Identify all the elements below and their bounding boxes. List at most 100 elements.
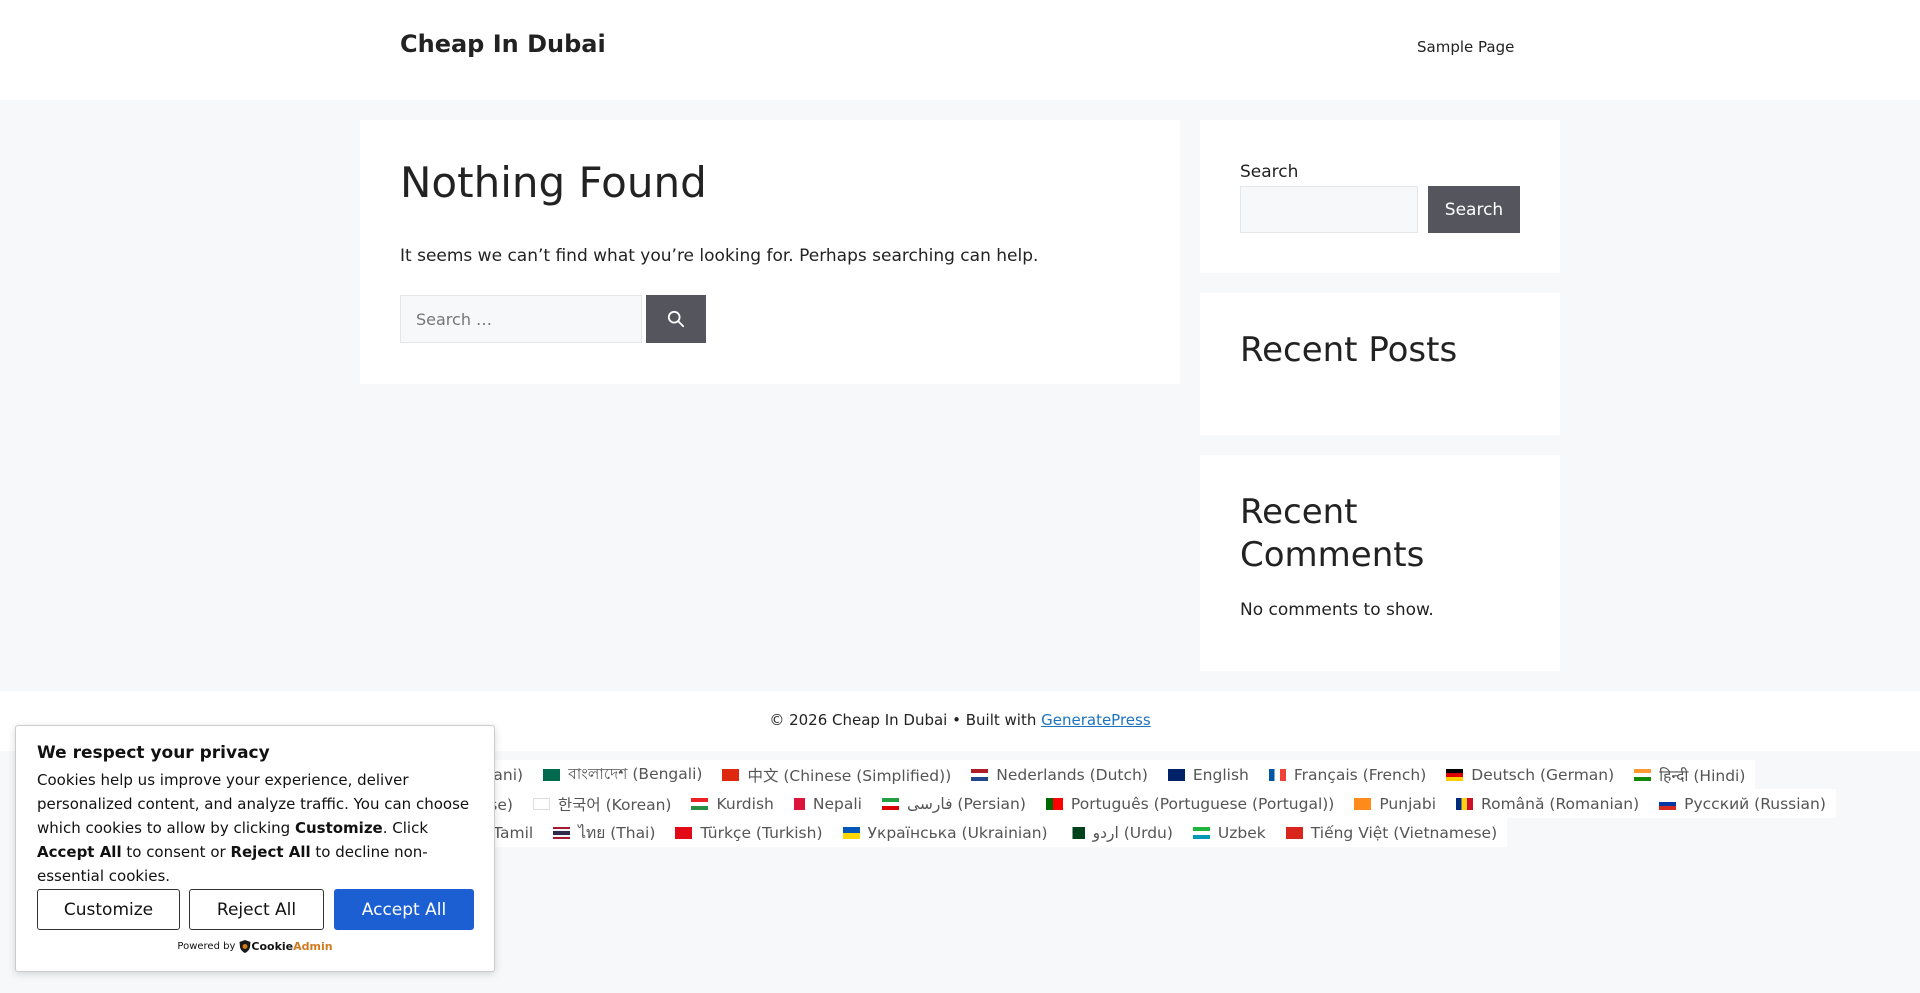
language-item[interactable]: فارسی (Persian)	[871, 789, 1036, 818]
main-content: Nothing Found It seems we can’t find wha…	[360, 120, 1180, 384]
turkey-flag-icon	[675, 826, 693, 839]
language-label: Uzbek	[1217, 823, 1266, 842]
main-search-button[interactable]	[646, 295, 706, 343]
language-item[interactable]: Română (Romanian)	[1446, 789, 1650, 818]
language-label: Kurdish	[716, 794, 774, 813]
generatepress-link[interactable]: GeneratePress	[1041, 711, 1151, 729]
language-item[interactable]: Türkçe (Turkish)	[665, 818, 833, 847]
punjab-flag-icon	[1354, 797, 1372, 810]
russia-flag-icon	[1659, 797, 1677, 810]
copyright-text: © 2026 Cheap In Dubai • Built with	[769, 711, 1037, 729]
language-item[interactable]: اردو (Urdu)	[1057, 818, 1183, 847]
china-flag-icon	[722, 768, 740, 781]
main-search-input[interactable]	[400, 295, 642, 343]
brand-text-2: Admin	[293, 940, 333, 953]
language-label: Français (French)	[1293, 765, 1427, 784]
language-label: Türkçe (Turkish)	[700, 823, 823, 842]
cookie-text-bold: Accept All	[37, 843, 122, 861]
search-icon	[667, 310, 685, 328]
cookie-customize-button[interactable]: Customize	[37, 889, 180, 930]
language-item[interactable]: Punjabi	[1344, 789, 1447, 818]
cookie-text-bold: Reject All	[230, 843, 311, 861]
powered-by: Powered by Cookie Admin	[16, 940, 494, 953]
ukraine-flag-icon	[842, 826, 860, 839]
bangladesh-flag-icon	[543, 768, 561, 781]
language-label: Deutsch (German)	[1471, 765, 1615, 784]
language-item[interactable]: Українська (Ukrainian)	[832, 818, 1058, 847]
germany-flag-icon	[1446, 768, 1464, 781]
language-item[interactable]: Deutsch (German)	[1436, 760, 1625, 789]
brand-text-1: Cookie	[251, 940, 294, 953]
recent-posts-widget: Recent Posts	[1200, 293, 1560, 435]
cookie-text-part: . Click	[382, 819, 429, 837]
romania-flag-icon	[1456, 797, 1474, 810]
cookieadmin-logo[interactable]: Cookie Admin	[239, 940, 333, 953]
vietnam-flag-icon	[1285, 826, 1303, 839]
language-label: Русский (Russian)	[1684, 794, 1826, 813]
korea-flag-icon	[532, 797, 550, 810]
language-item[interactable]: Nederlands (Dutch)	[961, 760, 1158, 789]
cookie-text-bold: Customize	[294, 819, 383, 837]
language-label: বাংলাদেশ (Bengali)	[568, 764, 703, 783]
site-title[interactable]: Cheap In Dubai	[400, 30, 606, 58]
cookie-consent-banner: We respect your privacy Cookies help us …	[15, 725, 495, 972]
language-label: Nederlands (Dutch)	[996, 765, 1148, 784]
language-label: English	[1192, 765, 1249, 784]
language-item[interactable]: Русский (Russian)	[1649, 789, 1836, 818]
search-widget-label: Search	[1240, 162, 1299, 182]
language-row: n (Azerbaijani)বাংলাদেশ (Bengali)中文 (Chi…	[400, 760, 1840, 789]
language-label: हिन्दी (Hindi)	[1659, 766, 1746, 785]
nepal-flag-icon	[793, 797, 805, 810]
main-search-form	[400, 295, 706, 343]
sidebar-search-input[interactable]	[1240, 186, 1418, 233]
page-title: Nothing Found	[400, 158, 707, 207]
recent-comments-title: Recent Comments	[1240, 492, 1425, 575]
iran-flag-icon	[881, 797, 899, 810]
language-label: فارسی (Persian)	[906, 794, 1026, 813]
language-item[interactable]: Português (Portuguese (Portugal))	[1035, 789, 1345, 818]
language-item[interactable]: Nepali	[783, 789, 872, 818]
cookie-shield-icon	[239, 940, 251, 953]
pakistan-flag-icon	[1067, 826, 1085, 839]
language-item[interactable]: English	[1157, 760, 1259, 789]
language-label: 中文 (Chinese (Simplified))	[747, 766, 952, 785]
language-label: Português (Portuguese (Portugal))	[1070, 794, 1335, 813]
uk-flag-icon	[1167, 768, 1185, 781]
language-item[interactable]: Français (French)	[1258, 760, 1437, 789]
cookie-description: Cookies help us improve your experience,…	[37, 768, 482, 888]
language-label: ไทย (Thai)	[578, 824, 656, 842]
france-flag-icon	[1268, 768, 1286, 781]
language-item[interactable]: Uzbek	[1182, 818, 1276, 847]
sidebar-search-button[interactable]: Search	[1428, 186, 1520, 233]
language-switcher: n (Azerbaijani)বাংলাদেশ (Bengali)中文 (Chi…	[400, 760, 1840, 848]
language-item[interactable]: Tiếng Việt (Vietnamese)	[1275, 818, 1508, 847]
language-row: nish)Tamilไทย (Thai)Türkçe (Turkish)Укра…	[400, 818, 1840, 847]
uzbekistan-flag-icon	[1192, 826, 1210, 839]
language-item[interactable]: Kurdish	[681, 789, 784, 818]
nav-item-sample-page[interactable]: Sample Page	[1417, 38, 1514, 56]
language-item[interactable]: ไทย (Thai)	[543, 818, 666, 847]
recent-comments-widget: Recent Comments No comments to show.	[1200, 455, 1560, 671]
cookie-accept-all-button[interactable]: Accept All	[334, 889, 474, 930]
portugal-flag-icon	[1045, 797, 1063, 810]
language-label: Tamil	[493, 823, 534, 842]
language-label: اردو (Urdu)	[1092, 823, 1173, 842]
language-label: Tiếng Việt (Vietnamese)	[1310, 823, 1498, 842]
language-label: Punjabi	[1379, 794, 1437, 813]
page-message: It seems we can’t find what you’re looki…	[400, 246, 1039, 266]
netherlands-flag-icon	[971, 768, 989, 781]
language-item[interactable]: 한국어 (Korean)	[522, 789, 682, 818]
kurdistan-flag-icon	[691, 797, 709, 810]
cookie-reject-all-button[interactable]: Reject All	[189, 889, 324, 930]
search-widget: Search Search	[1200, 120, 1560, 273]
language-item[interactable]: 中文 (Chinese (Simplified))	[712, 760, 962, 789]
site-header: Cheap In Dubai Sample Page	[0, 0, 1920, 100]
language-item[interactable]: বাংলাদেশ (Bengali)	[533, 760, 713, 789]
language-label: Nepali	[812, 794, 862, 813]
language-label: 한국어 (Korean)	[557, 795, 672, 814]
recent-posts-title: Recent Posts	[1240, 330, 1458, 370]
language-row: 語 (Japanese)한국어 (Korean)KurdishNepaliفار…	[400, 789, 1840, 818]
language-label: Українська (Ukrainian)	[867, 823, 1048, 842]
language-item[interactable]: हिन्दी (Hindi)	[1624, 760, 1756, 789]
cookie-title: We respect your privacy	[37, 743, 270, 763]
